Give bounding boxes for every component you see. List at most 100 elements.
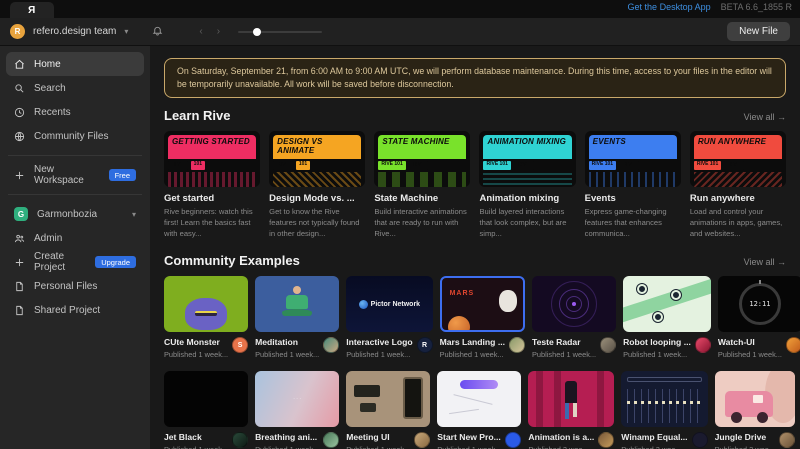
team-name[interactable]: refero.design team bbox=[33, 26, 116, 37]
sidebar-item-create-project[interactable]: Create Project Upgrade bbox=[6, 250, 144, 274]
rive-app-tab[interactable]: R bbox=[10, 2, 54, 18]
new-file-button[interactable]: New File bbox=[727, 22, 790, 41]
community-card-meditation[interactable]: Meditation Published 1 week... bbox=[255, 276, 339, 359]
community-card-watch-ui[interactable]: 12:11 Watch-UI Published 1 week... bbox=[718, 276, 800, 359]
community-card-cute-monster[interactable]: CUte Monster Published 1 week... S bbox=[164, 276, 248, 359]
sidebar-item-community-files[interactable]: Community Files bbox=[6, 124, 144, 148]
community-card-thumbnail bbox=[346, 371, 430, 427]
author-avatar[interactable] bbox=[323, 432, 339, 448]
notifications-bell-icon[interactable] bbox=[152, 23, 163, 41]
community-card-thumbnail bbox=[164, 276, 248, 332]
gradient-button-illustration bbox=[460, 380, 498, 389]
meditation-illustration bbox=[293, 286, 301, 294]
community-grid-row-2: Jet Black Published 1 week... · · · Brea… bbox=[164, 371, 786, 449]
community-card-winamp-equalizer[interactable]: Winamp Equal... Published 2 wee... bbox=[621, 371, 707, 449]
learn-card-animation-mixing[interactable]: Animation Mixing RIVE 101RIVE Animation … bbox=[479, 131, 575, 239]
tablet-illustration bbox=[403, 377, 423, 419]
community-card-breathing-animation[interactable]: · · · Breathing ani... Published 1 week.… bbox=[255, 371, 339, 449]
community-card-meeting-ui[interactable]: Meeting UI Published 1 week... bbox=[346, 371, 430, 449]
sidebar-item-admin[interactable]: Admin bbox=[6, 226, 144, 250]
forest-illustration bbox=[536, 371, 543, 427]
sidebar-item-label: Create Project bbox=[34, 251, 86, 273]
astronaut-illustration bbox=[499, 290, 517, 312]
pictor-logo-icon bbox=[359, 300, 368, 309]
sidebar-item-label: Recents bbox=[34, 107, 71, 118]
sidebar-item-recents[interactable]: Recents bbox=[6, 100, 144, 124]
community-card-thumbnail: Pictor Network bbox=[346, 276, 432, 332]
sidebar-item-search[interactable]: Search bbox=[6, 76, 144, 100]
sidebar-item-personal-files[interactable]: Personal Files bbox=[6, 274, 144, 298]
learn-card-state-machine[interactable]: State Machine RIVE 101RIVE State Machine… bbox=[374, 131, 470, 239]
author-avatar[interactable] bbox=[323, 337, 339, 353]
author-avatar[interactable] bbox=[695, 337, 711, 353]
community-card-start-new-project[interactable]: Start New Pro... Published 1 week... bbox=[437, 371, 521, 449]
chevron-down-icon[interactable]: ▾ bbox=[132, 210, 136, 219]
community-card-animation-is-a[interactable]: Animation is a... Published 2 wee... bbox=[528, 371, 614, 449]
team-avatar[interactable]: R bbox=[10, 24, 25, 39]
file-icon bbox=[14, 281, 25, 292]
zoom-slider[interactable] bbox=[238, 31, 322, 33]
community-view-all-link[interactable]: View all → bbox=[744, 257, 786, 267]
home-icon bbox=[14, 59, 25, 70]
author-avatar[interactable] bbox=[786, 337, 800, 353]
community-card-thumbnail: · · · bbox=[255, 371, 339, 427]
community-card-teste-radar[interactable]: Teste Radar Published 1 week... bbox=[532, 276, 616, 359]
author-avatar[interactable] bbox=[509, 337, 525, 353]
sidebar-item-team[interactable]: G Garmonbozia ▾ bbox=[6, 202, 144, 226]
nav-forward-icon[interactable]: › bbox=[217, 26, 220, 37]
author-avatar[interactable] bbox=[779, 432, 795, 448]
sidebar-item-shared-project[interactable]: Shared Project bbox=[6, 298, 144, 322]
rive-logo-icon: R bbox=[28, 5, 35, 16]
sidebar-item-label: Admin bbox=[34, 233, 62, 244]
sidebar-item-label: Garmonbozia bbox=[37, 209, 97, 220]
author-avatar[interactable] bbox=[505, 432, 521, 448]
learn-card-thumbnail: Design vs Animate RIVE101 bbox=[269, 131, 365, 187]
community-card-thumbnail bbox=[164, 371, 248, 427]
equalizer-illustration bbox=[627, 377, 701, 382]
sidebar-item-new-workspace[interactable]: New Workspace Free bbox=[6, 163, 144, 187]
sidebar-divider bbox=[8, 155, 142, 156]
version-label: BETA 6.6_1855 R bbox=[721, 2, 792, 12]
learn-card-thumbnail: Getting Started RIVE101 bbox=[164, 131, 260, 187]
robot-illustration bbox=[623, 278, 711, 324]
zoom-slider-knob[interactable] bbox=[253, 28, 261, 36]
sidebar-item-label: New Workspace bbox=[34, 164, 100, 186]
community-card-robot-looping[interactable]: Robot looping ... Published 1 week... bbox=[623, 276, 711, 359]
author-avatar[interactable]: S bbox=[232, 337, 248, 353]
learn-card-run-anywhere[interactable]: Run Anywhere RIVE 101RIVE Run anywhere L… bbox=[690, 131, 786, 239]
nav-back-icon[interactable]: ‹ bbox=[199, 26, 202, 37]
header-bar: R refero.design team ▾ ‹ › New File bbox=[0, 18, 800, 46]
community-card-thumbnail bbox=[621, 371, 707, 427]
author-avatar[interactable] bbox=[600, 337, 616, 353]
learn-card-getting-started[interactable]: Getting Started RIVE101 Get started Rive… bbox=[164, 131, 260, 239]
get-desktop-app-link[interactable]: Get the Desktop App bbox=[628, 2, 711, 12]
learn-view-all-link[interactable]: View all → bbox=[744, 112, 786, 122]
learn-card-design-vs-animate[interactable]: Design vs Animate RIVE101 Design Mode vs… bbox=[269, 131, 365, 239]
sidebar-item-label: Community Files bbox=[34, 131, 108, 142]
planet-illustration bbox=[448, 316, 470, 332]
community-card-thumbnail: MARS bbox=[440, 276, 525, 332]
sidebar-item-label: Shared Project bbox=[34, 305, 100, 316]
sidebar-item-label: Home bbox=[34, 59, 61, 70]
author-avatar[interactable]: R bbox=[417, 337, 433, 353]
learn-rive-heading: Learn Rive bbox=[164, 108, 230, 123]
community-card-mars-landing[interactable]: MARS Mars Landing ... Published 1 week..… bbox=[440, 276, 525, 359]
community-card-interactive-logo[interactable]: Pictor Network Interactive Logo Publishe… bbox=[346, 276, 432, 359]
upgrade-badge[interactable]: Upgrade bbox=[95, 256, 136, 268]
author-avatar[interactable] bbox=[598, 432, 614, 448]
team-workspace-avatar: G bbox=[14, 207, 28, 221]
author-avatar[interactable] bbox=[414, 432, 430, 448]
learn-card-events[interactable]: Events RIVE 101RIVE Events Express game-… bbox=[585, 131, 681, 239]
community-card-jet-black[interactable]: Jet Black Published 1 week... bbox=[164, 371, 248, 449]
author-avatar[interactable] bbox=[692, 432, 708, 448]
chevron-down-icon[interactable]: ▾ bbox=[124, 27, 128, 36]
main-content: On Saturday, September 21, from 6:00 AM … bbox=[150, 46, 800, 449]
clock-icon bbox=[14, 107, 25, 118]
sidebar-item-label: Search bbox=[34, 83, 66, 94]
learn-rive-grid: Getting Started RIVE101 Get started Rive… bbox=[164, 131, 786, 239]
community-card-jungle-drive[interactable]: Jungle Drive Published 2 wee... bbox=[715, 371, 795, 449]
author-avatar[interactable] bbox=[232, 432, 248, 448]
plus-icon bbox=[14, 257, 25, 268]
sidebar-item-home[interactable]: Home bbox=[6, 52, 144, 76]
community-card-thumbnail bbox=[255, 276, 339, 332]
